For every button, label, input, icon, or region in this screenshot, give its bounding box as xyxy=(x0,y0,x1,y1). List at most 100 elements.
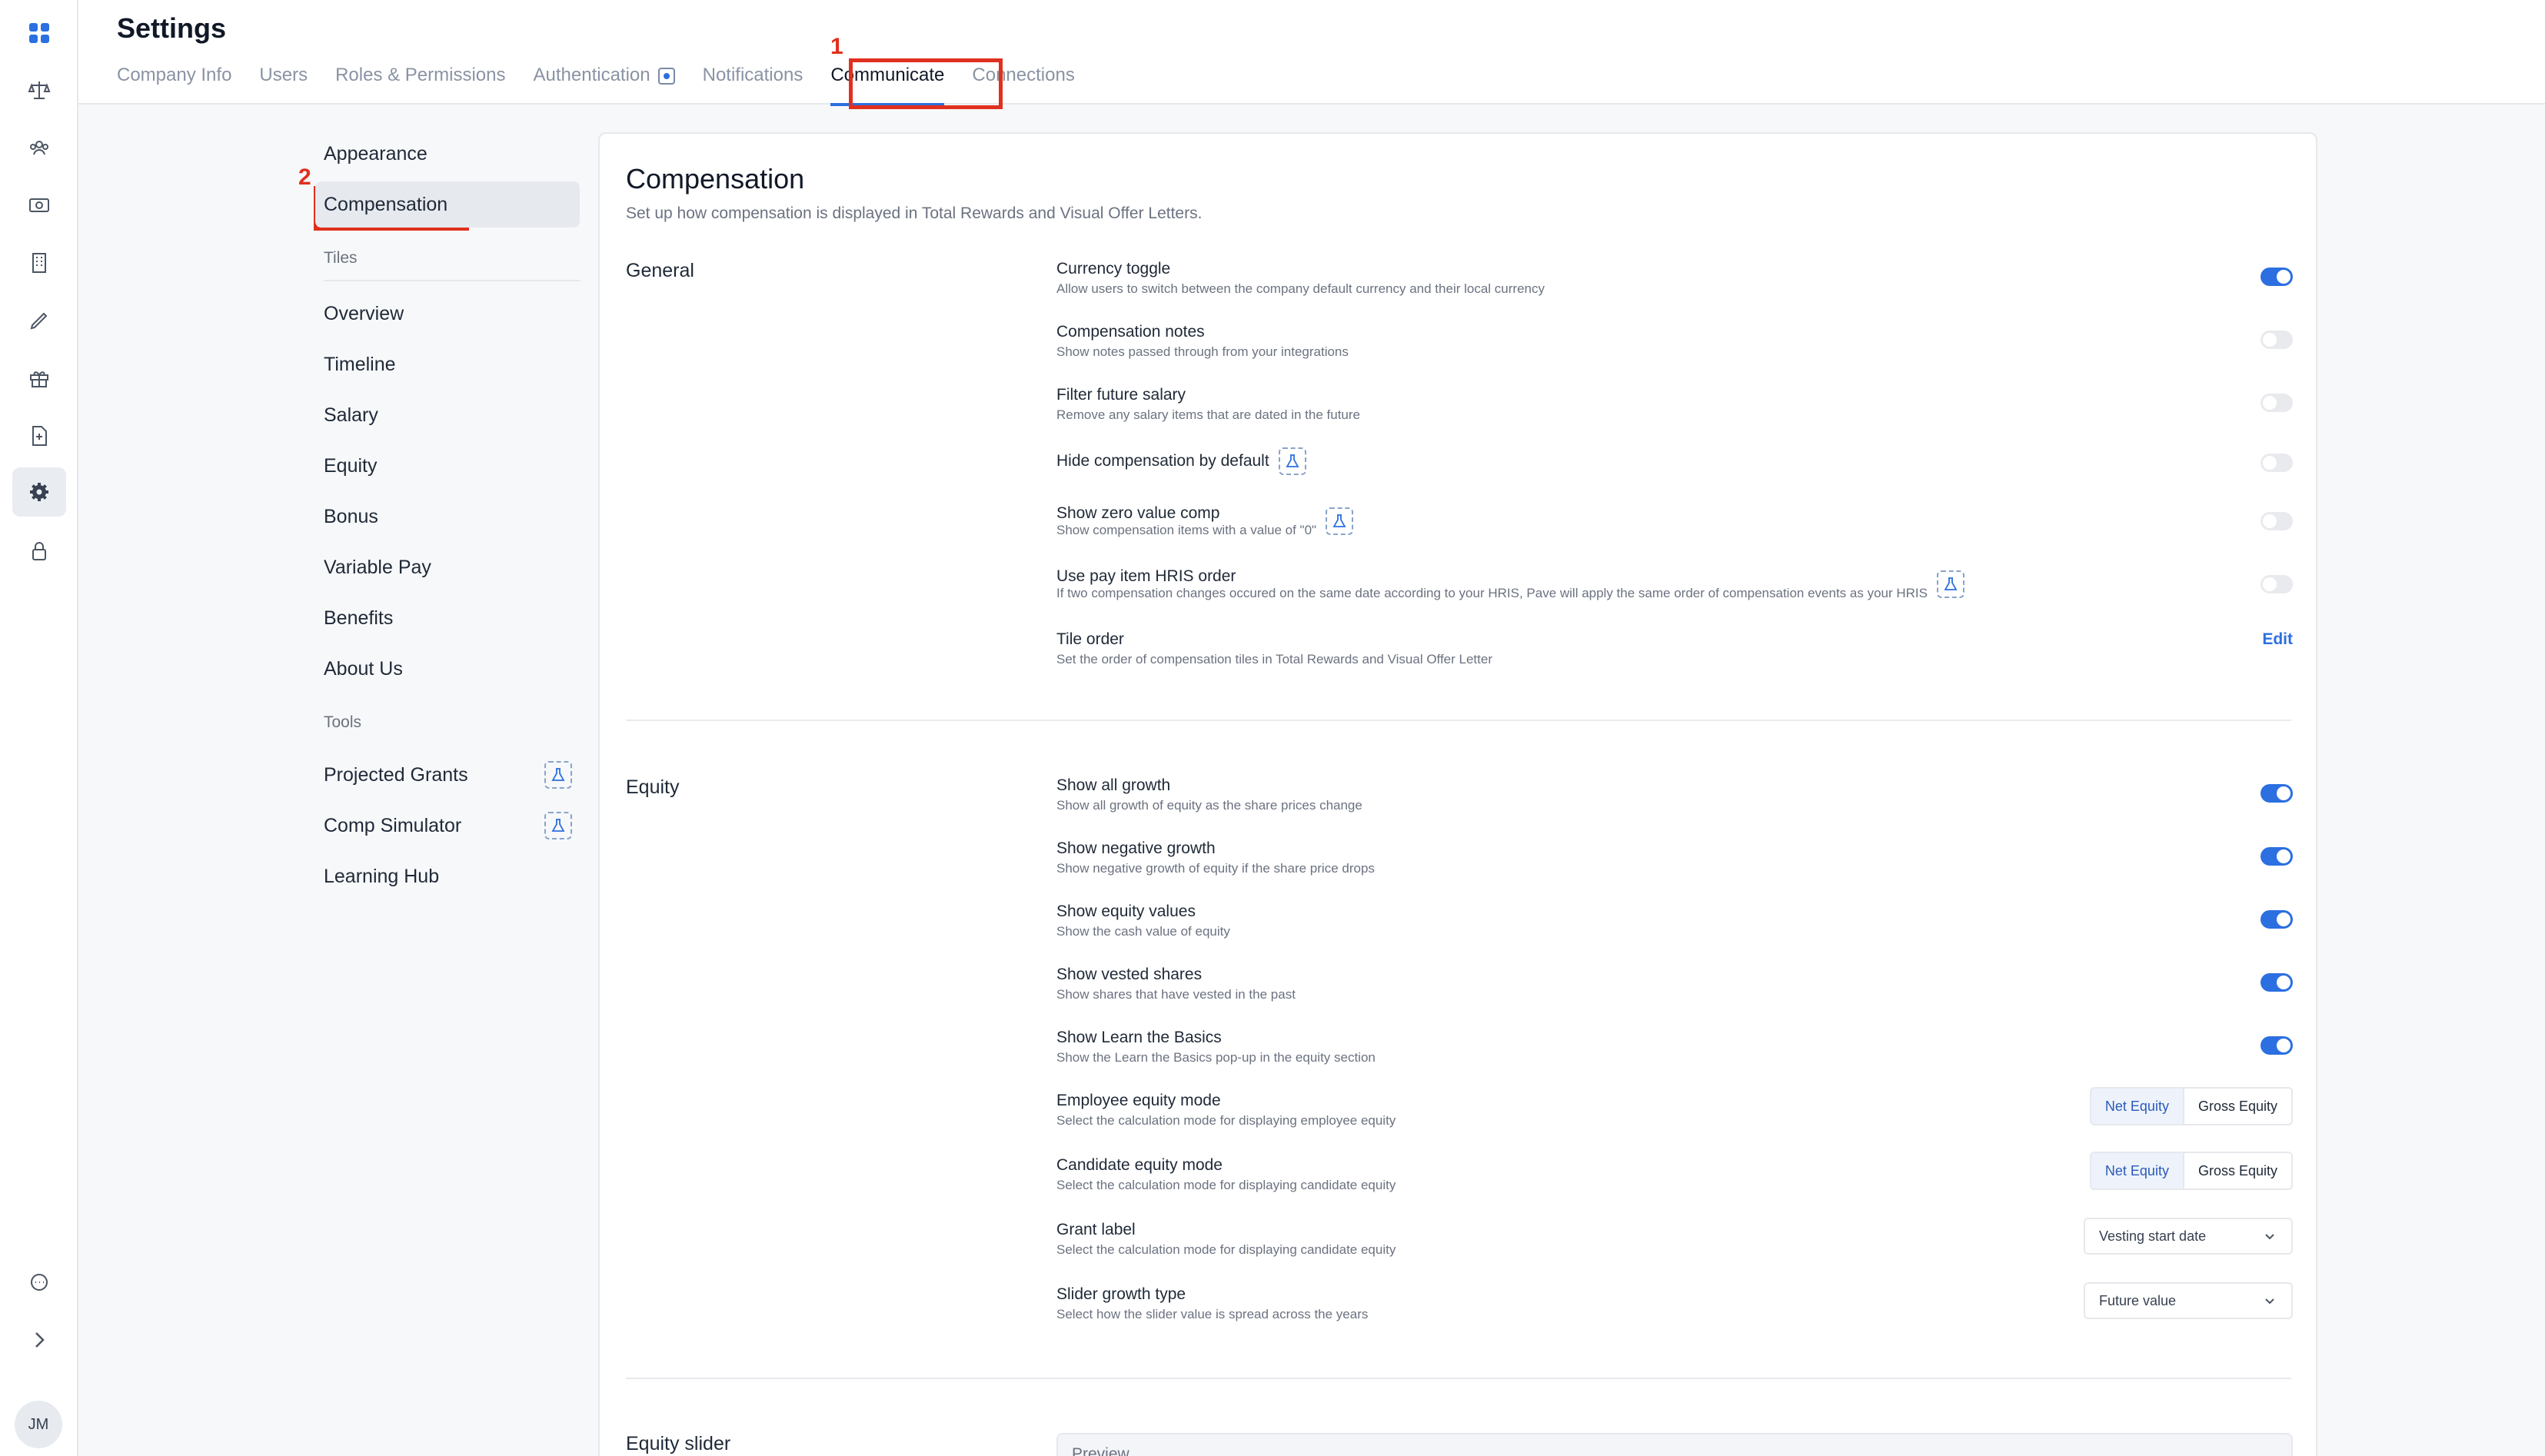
currency-toggle-switch[interactable] xyxy=(2261,268,2293,286)
setting-hide-compensation: Hide compensation by default xyxy=(1056,447,2293,475)
show-equity-values-switch[interactable] xyxy=(2261,910,2293,929)
setting-title: Show vested shares xyxy=(1056,966,1203,983)
subnav-item-projected-grants-label: Projected Grants xyxy=(324,763,468,786)
app-grid-icon[interactable] xyxy=(20,14,58,52)
net-equity-option[interactable]: Net Equity xyxy=(2091,1089,2184,1124)
setting-description: Show the Learn the Basics pop-up in the … xyxy=(1056,1050,1376,1065)
setting-title: Filter future salary xyxy=(1056,386,1186,404)
subnav-item-learning-hub[interactable]: Learning Hub xyxy=(315,853,580,899)
grant-label-select[interactable]: Vesting start date xyxy=(2084,1218,2293,1255)
flask-icon xyxy=(544,812,572,839)
expand-chevron-icon[interactable] xyxy=(20,1321,58,1359)
compensation-settings-card: Compensation Set up how compensation is … xyxy=(598,132,2317,1456)
document-add-icon[interactable] xyxy=(20,417,58,455)
setting-description: Remove any salary items that are dated i… xyxy=(1056,407,1360,422)
show-zero-value-comp-switch[interactable] xyxy=(2261,512,2293,530)
flask-icon xyxy=(1936,570,1964,598)
scales-icon[interactable] xyxy=(20,71,58,109)
setting-compensation-notes: Compensation notes Show notes passed thr… xyxy=(1056,323,2293,360)
subnav-item-compensation[interactable]: Compensation xyxy=(315,181,580,228)
tab-notifications[interactable]: Notifications xyxy=(703,65,803,105)
show-vested-shares-switch[interactable] xyxy=(2261,973,2293,992)
setting-description-text: If two compensation changes occured on t… xyxy=(1056,586,1928,600)
settings-gear-icon[interactable] xyxy=(12,467,66,517)
subnav-item-comp-simulator-label: Comp Simulator xyxy=(324,814,462,836)
setting-title-row: Hide compensation by default xyxy=(1056,447,2293,475)
grant-label-value: Vesting start date xyxy=(2099,1228,2207,1244)
net-equity-option[interactable]: Net Equity xyxy=(2091,1153,2184,1188)
subnav-section-tools: Tools xyxy=(324,713,362,731)
preview-label: Preview xyxy=(1072,1445,1129,1456)
tab-authentication-label: Authentication xyxy=(533,65,650,85)
subnav-item-bonus[interactable]: Bonus xyxy=(315,494,580,540)
setting-show-learn-the-basics: Show Learn the Basics Show the Learn the… xyxy=(1056,1029,2293,1065)
subnav-divider xyxy=(324,280,581,281)
subnav-item-projected-grants[interactable]: Projected Grants xyxy=(315,752,580,798)
setting-description: Set the order of compensation tiles in T… xyxy=(1056,652,1492,667)
building-icon[interactable] xyxy=(20,244,58,282)
section-divider xyxy=(626,1378,2291,1379)
tab-company-info[interactable]: Company Info xyxy=(117,65,231,105)
slider-growth-type-select[interactable]: Future value xyxy=(2084,1282,2293,1319)
beta-badge-icon xyxy=(657,68,675,85)
filter-future-salary-switch[interactable] xyxy=(2261,394,2293,412)
setting-description: Show all growth of equity as the share p… xyxy=(1056,798,1362,813)
gross-equity-option[interactable]: Gross Equity xyxy=(2184,1153,2291,1188)
subnav-item-comp-simulator[interactable]: Comp Simulator xyxy=(315,803,580,849)
subnav-item-overview[interactable]: Overview xyxy=(315,291,580,337)
hide-compensation-switch[interactable] xyxy=(2261,454,2293,472)
flask-icon xyxy=(1326,507,1354,535)
setting-filter-future-salary: Filter future salary Remove any salary i… xyxy=(1056,386,2293,423)
annotation-number-2: 2 xyxy=(298,165,311,190)
setting-title: Show equity values xyxy=(1056,903,1196,920)
settings-header: Settings Company Info Users Roles & Perm… xyxy=(78,0,2545,106)
use-pay-item-hris-order-switch[interactable] xyxy=(2261,575,2293,593)
setting-description: Show compensation items with a value of … xyxy=(1056,507,2293,538)
setting-grant-label: Grant label Select the calculation mode … xyxy=(1056,1218,2293,1258)
pencil-icon[interactable] xyxy=(20,301,58,340)
show-negative-growth-switch[interactable] xyxy=(2261,847,2293,866)
setting-title: Use pay item HRIS order xyxy=(1056,567,1236,585)
section-equity-slider-label: Equity slider xyxy=(626,1433,731,1454)
subnav-section-tiles: Tiles xyxy=(324,249,358,267)
candidate-equity-mode-segmented: Net Equity Gross Equity xyxy=(2089,1152,2293,1190)
setting-employee-equity-mode: Employee equity mode Select the calculat… xyxy=(1056,1087,2293,1129)
card-title: Compensation xyxy=(626,163,805,194)
tab-authentication[interactable]: Authentication xyxy=(534,65,675,105)
chat-icon[interactable] xyxy=(20,1263,58,1301)
setting-tile-order: Tile order Set the order of compensation… xyxy=(1056,630,2293,667)
subnav-item-timeline[interactable]: Timeline xyxy=(315,341,580,387)
subnav-item-equity[interactable]: Equity xyxy=(315,443,580,489)
subnav-item-variable-pay[interactable]: Variable Pay xyxy=(315,544,580,590)
tab-users[interactable]: Users xyxy=(259,65,308,105)
subnav-item-salary[interactable]: Salary xyxy=(315,392,580,438)
show-learn-the-basics-switch[interactable] xyxy=(2261,1036,2293,1055)
setting-title: Show Learn the Basics xyxy=(1056,1029,1222,1046)
employee-equity-mode-segmented: Net Equity Gross Equity xyxy=(2089,1087,2293,1125)
setting-title: Show negative growth xyxy=(1056,839,1216,857)
setting-currency-toggle: Currency toggle Allow users to switch be… xyxy=(1056,260,2293,297)
setting-show-equity-values: Show equity values Show the cash value o… xyxy=(1056,903,2293,939)
setting-description: Show shares that have vested in the past xyxy=(1056,987,1296,1002)
lock-icon[interactable] xyxy=(20,532,58,570)
compensation-notes-switch[interactable] xyxy=(2261,331,2293,349)
subnav-item-about-us[interactable]: About Us xyxy=(315,646,580,692)
slider-growth-type-value: Future value xyxy=(2099,1292,2177,1308)
gross-equity-option[interactable]: Gross Equity xyxy=(2184,1089,2291,1124)
section-divider xyxy=(626,720,2291,721)
setting-description: Show the cash value of equity xyxy=(1056,924,1230,939)
setting-show-negative-growth: Show negative growth Show negative growt… xyxy=(1056,839,2293,876)
money-icon[interactable] xyxy=(20,186,58,224)
show-all-growth-switch[interactable] xyxy=(2261,784,2293,803)
left-rail: JM xyxy=(0,0,78,1456)
flask-icon xyxy=(544,761,572,789)
tile-order-edit-link[interactable]: Edit xyxy=(2262,630,2293,649)
user-avatar[interactable]: JM xyxy=(15,1401,62,1448)
tab-roles-permissions[interactable]: Roles & Permissions xyxy=(335,65,505,105)
chevron-down-icon xyxy=(2265,1234,2274,1240)
gift-icon[interactable] xyxy=(20,359,58,397)
annotation-box-communicate xyxy=(849,58,1003,109)
subnav-item-appearance[interactable]: Appearance xyxy=(315,131,580,177)
subnav-item-benefits[interactable]: Benefits xyxy=(315,595,580,641)
team-icon[interactable] xyxy=(20,128,58,167)
